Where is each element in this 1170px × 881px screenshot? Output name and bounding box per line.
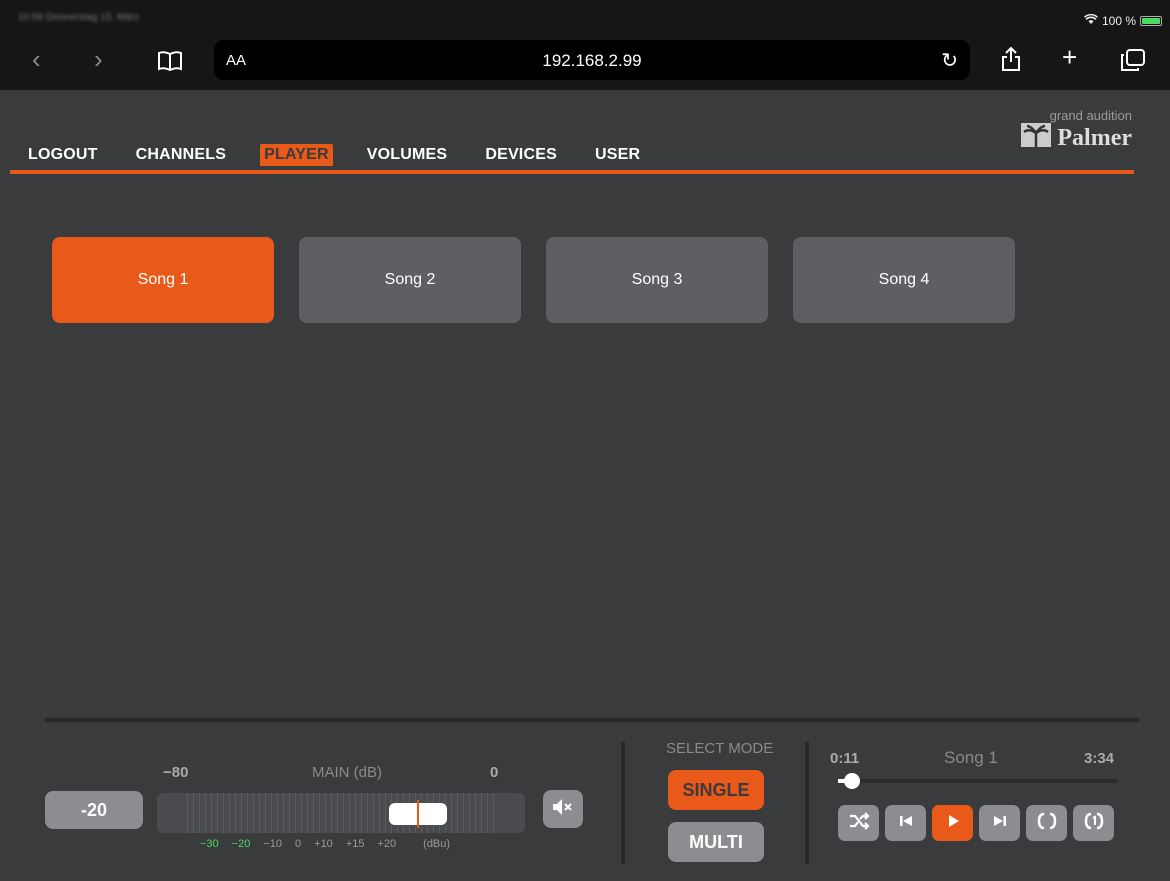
volume-value-field[interactable]: -20 [45, 791, 143, 829]
next-button[interactable] [979, 805, 1020, 841]
palm-tree-icon [1021, 123, 1052, 154]
url-text[interactable]: 192.168.2.99 [214, 51, 970, 71]
scale-unit: (dBu) [423, 838, 451, 850]
status-date: 10:58 Donnerstag 15. März [18, 12, 140, 23]
bookmarks-icon[interactable] [157, 48, 183, 78]
brand-logo: grand audition Palmer [1021, 108, 1132, 154]
previous-icon [895, 810, 917, 837]
battery-icon [1140, 16, 1162, 26]
scale-label: +10 [314, 838, 333, 850]
total-time: 3:34 [1084, 750, 1115, 767]
menu-player[interactable]: PLAYER [260, 144, 333, 166]
volume-title: MAIN (dB) [312, 764, 383, 781]
player-controls [838, 805, 1114, 841]
repeat-one-button[interactable] [1073, 805, 1114, 841]
menu-underline [10, 170, 1134, 174]
menu-devices[interactable]: DEVICES [481, 144, 561, 166]
current-track-name: Song 1 [944, 748, 998, 767]
multi-mode-button[interactable]: MULTI [668, 822, 764, 862]
next-icon [989, 810, 1011, 837]
repeat-icon [1036, 810, 1058, 837]
scale-label: −10 [263, 838, 283, 850]
slider-ticks [187, 793, 495, 833]
repeat-one-icon [1083, 810, 1105, 837]
play-icon [942, 810, 964, 837]
status-bar: 10:58 Donnerstag 15. März 100 % [0, 0, 1170, 32]
volume-max-label: 0 [490, 764, 499, 781]
battery-percent: 100 % [1101, 14, 1136, 28]
song-button-4[interactable]: Song 4 [793, 237, 1015, 323]
browser-toolbar: ‹ › AA 192.168.2.99 ↻ + [0, 32, 1170, 90]
scale-label: −30 [200, 838, 219, 850]
section-divider [805, 742, 809, 864]
song-button-3[interactable]: Song 3 [546, 237, 768, 323]
select-mode-label: SELECT MODE [666, 740, 774, 757]
main-menu: LOGOUT CHANNELS PLAYER VOLUMES DEVICES U… [24, 144, 674, 166]
menu-channels[interactable]: CHANNELS [132, 144, 231, 166]
song-list: Song 1 Song 2 Song 3 Song 4 [52, 237, 1015, 323]
url-bar[interactable]: AA 192.168.2.99 ↻ [214, 40, 970, 80]
menu-logout[interactable]: LOGOUT [24, 144, 102, 166]
reload-icon[interactable]: ↻ [941, 48, 958, 73]
song-button-2[interactable]: Song 2 [299, 237, 521, 323]
brand-name: Palmer [1057, 125, 1132, 151]
repeat-button[interactable] [1026, 805, 1067, 841]
section-divider [621, 742, 625, 864]
brand-tagline: grand audition [1049, 108, 1132, 123]
back-icon[interactable]: ‹ [32, 44, 41, 74]
shuffle-icon [848, 810, 870, 837]
menu-volumes[interactable]: VOLUMES [363, 144, 452, 166]
song-button-1[interactable]: Song 1 [52, 237, 274, 323]
menu-user[interactable]: USER [591, 144, 644, 166]
current-time: 0:11 [830, 750, 860, 767]
level-scale: −30 −20 −10 0 +10 +15 +20 (dBu) [200, 838, 463, 850]
progress-bar[interactable] [838, 779, 1118, 783]
share-icon[interactable] [1000, 46, 1022, 78]
single-mode-button[interactable]: SINGLE [668, 770, 764, 810]
previous-button[interactable] [885, 805, 926, 841]
wifi-icon [1083, 13, 1098, 28]
brand-name-row: Palmer [1021, 123, 1132, 154]
bottom-divider [45, 718, 1139, 722]
forward-icon[interactable]: › [94, 44, 103, 74]
scale-label: +20 [377, 838, 397, 850]
progress-knob[interactable] [844, 773, 860, 789]
new-tab-icon[interactable]: + [1062, 42, 1077, 72]
speaker-mute-icon [552, 798, 574, 821]
scale-label: +15 [345, 838, 365, 850]
shuffle-button[interactable] [838, 805, 879, 841]
tabs-icon[interactable] [1120, 48, 1146, 78]
scale-label: 0 [295, 838, 302, 850]
slider-level-mark [417, 800, 419, 828]
volume-min-label: −80 [163, 764, 189, 781]
volume-slider[interactable] [157, 793, 525, 833]
scale-label: −20 [231, 838, 251, 850]
play-button[interactable] [932, 805, 973, 841]
app-area: LOGOUT CHANNELS PLAYER VOLUMES DEVICES U… [0, 90, 1170, 881]
mute-button[interactable] [543, 790, 583, 828]
status-right: 100 % [1083, 13, 1162, 28]
